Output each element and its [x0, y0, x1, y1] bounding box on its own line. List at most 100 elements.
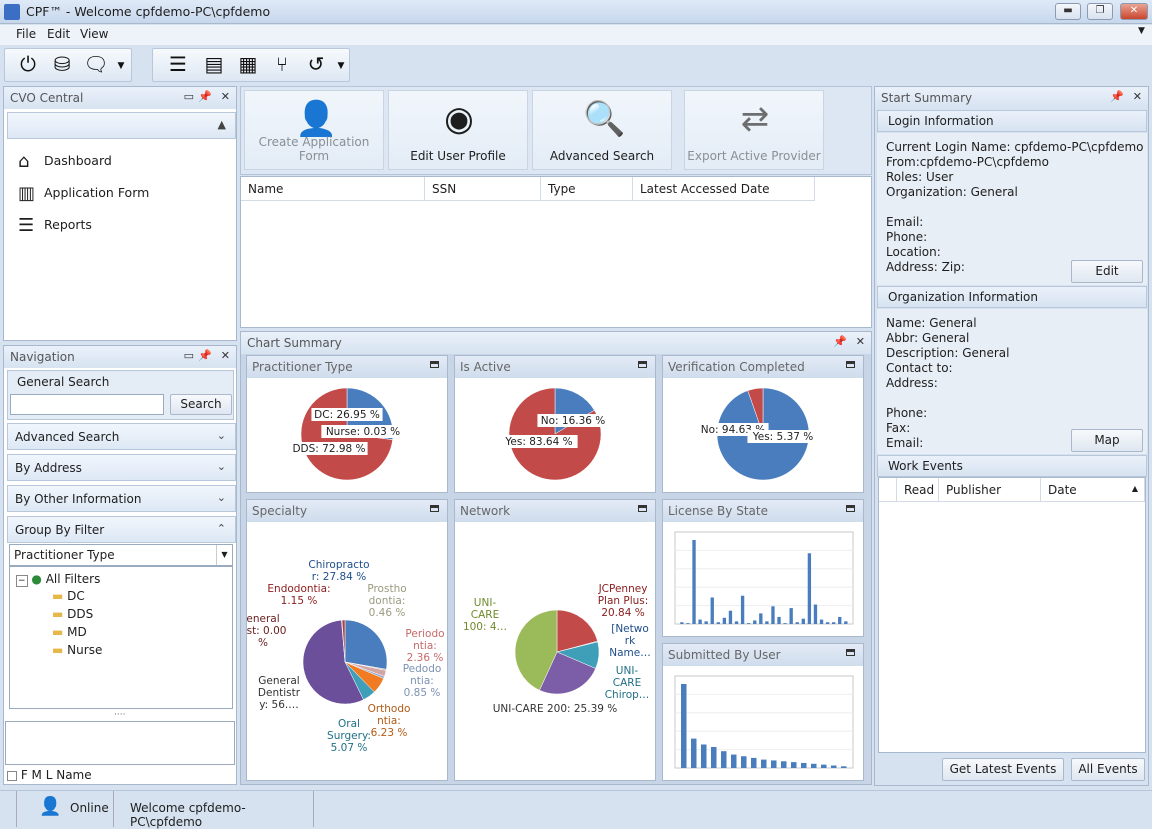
login-line: Location: [886, 245, 941, 259]
pin-icon[interactable]: 📌 [833, 335, 847, 348]
tree-node-md[interactable]: ▬ MD [52, 625, 87, 639]
maximize-icon[interactable] [430, 361, 439, 368]
data-label: UNI-CARE 200: 25.39 % [493, 703, 618, 715]
nav-reports[interactable]: ☰ Reports [18, 215, 92, 236]
notes-box[interactable] [5, 721, 235, 765]
maximize-icon[interactable] [846, 361, 855, 368]
title-bar: CPF™ - Welcome cpfdemo-PC\cpfdemo ▬ ❐ ✕ [0, 0, 1152, 24]
data-label: UNI- [616, 665, 639, 677]
message-icon[interactable]: 🗨 [83, 52, 109, 78]
tree-node-dc[interactable]: ▬ DC [52, 589, 85, 603]
folder-icon: ▬ [52, 643, 64, 657]
pin-icon[interactable]: 📌 [1110, 90, 1124, 103]
advanced-search-accordion[interactable]: Advanced Search ⌄ [7, 423, 236, 450]
bar [844, 621, 848, 624]
bar [801, 762, 807, 768]
toolbar-group-1: ⏻ ⛁ 🗨 ▼ [4, 48, 132, 82]
fml-checkbox[interactable] [7, 770, 17, 781]
column-header-name[interactable]: Name [241, 177, 425, 201]
pin-icon[interactable]: 📌 [198, 349, 212, 362]
maximize-icon[interactable] [846, 649, 855, 656]
search-input[interactable] [10, 394, 164, 415]
menu-overflow-icon[interactable]: ▼ [1138, 26, 1145, 36]
data-label: Orthodo [368, 703, 411, 715]
maximize-button[interactable]: ❐ [1087, 3, 1113, 20]
cvo-collapse-bar[interactable]: ▲ [7, 112, 236, 139]
branch-icon[interactable]: ⑂ [269, 52, 295, 78]
map-button[interactable]: Map [1071, 429, 1143, 452]
org-line [886, 391, 1010, 406]
column-header-read[interactable]: Read [897, 478, 939, 502]
by-address-accordion[interactable]: By Address ⌄ [7, 454, 236, 481]
edit-button[interactable]: Edit [1071, 260, 1143, 283]
tree-node-all-filters[interactable]: − ● All Filters [16, 572, 100, 587]
close-icon[interactable]: ✕ [221, 349, 230, 362]
maximize-icon[interactable] [638, 361, 647, 368]
minimize-button[interactable]: ▬ [1055, 3, 1081, 20]
chart-title: License By State [668, 504, 768, 518]
tree-node-dds[interactable]: ▬ DDS [52, 607, 93, 621]
column-header-latest-accessed-date[interactable]: Latest Accessed Date [633, 177, 815, 201]
column-header-type[interactable]: Type [541, 177, 633, 201]
close-button[interactable]: ✕ [1120, 3, 1148, 20]
database-icon[interactable]: ⛁ [49, 52, 75, 78]
notebook-icon[interactable]: ▤ [201, 52, 227, 78]
get-latest-events-button[interactable]: Get Latest Events [942, 758, 1064, 781]
window-menu-icon[interactable]: ▭ [184, 349, 194, 362]
search-icon: 🔍 [583, 99, 626, 139]
org-line: Description: General [886, 346, 1010, 360]
fml-name-checkbox-row[interactable]: F M L Name [7, 768, 92, 782]
maximize-icon[interactable] [430, 505, 439, 512]
search-button[interactable]: Search [170, 394, 232, 415]
export-active-provider-button[interactable]: ⇄ Export Active Provider [684, 90, 824, 170]
pin-icon[interactable]: 📌 [198, 90, 212, 103]
dropdown-chevron-icon[interactable]: ▼ [335, 54, 347, 80]
column-header-date[interactable]: Date ▲ [1041, 478, 1145, 502]
by-other-information-accordion[interactable]: By Other Information ⌄ [7, 485, 236, 512]
column-header-publisher[interactable]: Publisher [939, 478, 1041, 502]
bar [819, 619, 824, 624]
data-label: 20.84 % [601, 607, 644, 619]
data-label: 5.07 % [331, 742, 368, 754]
history-icon[interactable]: ↺ [303, 52, 329, 78]
data-label: r: 27.84 % [312, 571, 366, 583]
group-by-select[interactable]: Practitioner Type ▼ [9, 544, 233, 566]
window-menu-icon[interactable]: ▭ [184, 90, 194, 103]
group-by-filter-accordion[interactable]: Group By Filter ⌃ [7, 516, 236, 543]
dropdown-chevron-icon[interactable]: ▼ [115, 54, 127, 80]
close-icon[interactable]: ✕ [856, 335, 865, 348]
bar [838, 616, 842, 624]
edit-user-profile-button[interactable]: ◉ Edit User Profile [388, 90, 528, 170]
close-icon[interactable]: ✕ [221, 90, 230, 103]
nav-dashboard[interactable]: ⌂ Dashboard [18, 151, 112, 172]
all-events-button[interactable]: All Events [1071, 758, 1145, 781]
chart-title: Specialty [252, 504, 308, 518]
power-icon[interactable]: ⏻ [15, 52, 41, 78]
advanced-search-button[interactable]: 🔍 Advanced Search [532, 90, 672, 170]
grid-icon[interactable]: ▦ [235, 52, 261, 78]
general-search-label: General Search [17, 375, 110, 389]
list-icon[interactable]: ☰ [165, 52, 191, 78]
org-line: Address: [886, 376, 938, 390]
bar [751, 757, 757, 768]
chart-title: Practitioner Type [252, 360, 353, 374]
collapse-icon[interactable]: − [16, 575, 28, 587]
create-application-form-button[interactable]: 👤 Create Application Form [244, 90, 384, 170]
data-label: Name… [609, 647, 650, 659]
tree-node-nurse[interactable]: ▬ Nurse [52, 643, 102, 657]
data-label: 0.85 % [404, 687, 441, 699]
close-icon[interactable]: ✕ [1133, 90, 1142, 103]
data-label: y: 56.… [259, 699, 299, 711]
data-label: 1.15 % [281, 595, 318, 607]
menu-view[interactable]: View [80, 27, 108, 41]
menu-file[interactable]: File [16, 27, 36, 41]
maximize-icon[interactable] [638, 505, 647, 512]
bar [701, 744, 707, 768]
splitter-grip[interactable]: ···· [114, 710, 125, 720]
maximize-icon[interactable] [846, 505, 855, 512]
column-header-ssn[interactable]: SSN [425, 177, 541, 201]
nav-application-form[interactable]: ▥ Application Form [18, 183, 149, 204]
menu-edit[interactable]: Edit [47, 27, 70, 41]
chevron-down-icon: ⌄ [216, 491, 226, 504]
dropdown-arrow-icon[interactable]: ▼ [216, 545, 232, 565]
